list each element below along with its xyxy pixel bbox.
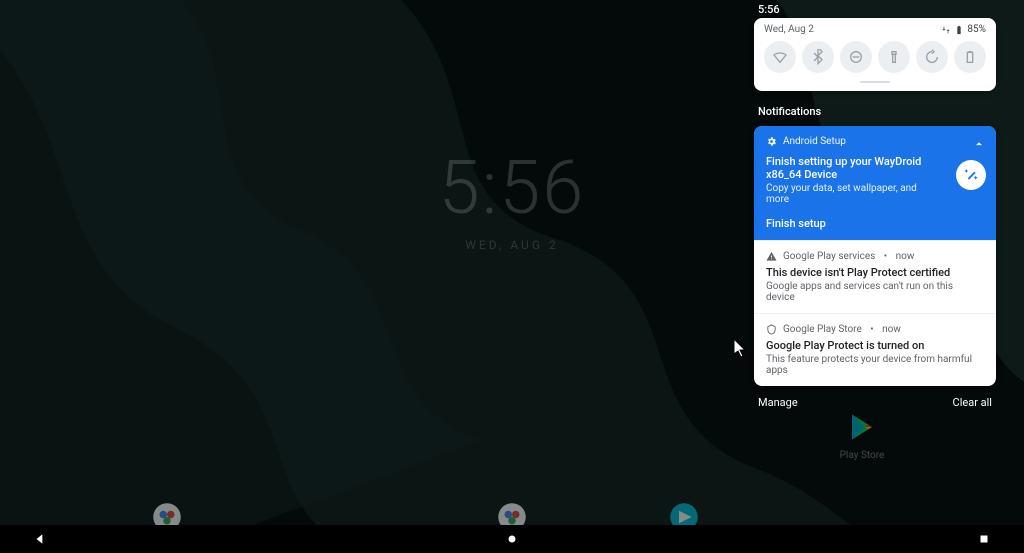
battery-saver-icon: [962, 49, 978, 65]
notif-time: now: [896, 251, 915, 262]
shield-icon: [766, 324, 777, 335]
back-button[interactable]: [30, 529, 50, 549]
notif-app-name: Android Setup: [783, 136, 846, 147]
qs-tile-wifi[interactable]: [764, 41, 796, 73]
qs-tile-flashlight[interactable]: [878, 41, 910, 73]
collapse-toggle[interactable]: [972, 136, 986, 155]
rotate-icon: [924, 49, 940, 65]
qs-date: Wed, Aug 2: [764, 24, 814, 35]
notif-action-finish-setup[interactable]: Finish setup: [766, 217, 984, 230]
battery-icon: [954, 25, 964, 35]
mouse-cursor: [734, 339, 748, 359]
notif-body: This feature protects your device from h…: [766, 354, 984, 376]
qs-tile-rotate[interactable]: [916, 41, 948, 73]
notification-play-services[interactable]: Google Play services • now This device i…: [754, 240, 996, 313]
notif-title: Finish setting up your WayDroid x86_64 D…: [766, 155, 984, 181]
warning-icon: [766, 251, 777, 262]
wifi-icon: [772, 49, 788, 65]
notif-app-name: Google Play services: [783, 251, 875, 262]
clear-all-button[interactable]: Clear all: [953, 396, 992, 409]
notification-android-setup[interactable]: Android Setup Finish setting up your Way…: [754, 126, 996, 240]
qs-tile-battery-saver[interactable]: [954, 41, 986, 73]
chevron-up-icon: [972, 137, 986, 151]
gear-icon: [766, 136, 777, 147]
manage-button[interactable]: Manage: [758, 396, 798, 409]
app-label-play-store: Play Store: [826, 450, 898, 461]
notif-body: Copy your data, set wallpaper, and more: [766, 183, 984, 205]
dnd-icon: [848, 49, 864, 65]
notification-shade: 5:56 Wed, Aug 2 85% Notifications Androi…: [754, 0, 996, 409]
app-icon-play-store[interactable]: [840, 405, 884, 449]
navigation-bar: [0, 525, 1024, 553]
notif-large-icon: [956, 160, 986, 190]
notification-play-store[interactable]: Google Play Store • now Google Play Prot…: [754, 313, 996, 386]
notif-time: now: [882, 324, 901, 335]
data-icon: [941, 25, 951, 35]
battery-percent: 85%: [967, 24, 986, 35]
notif-title: This device isn't Play Protect certified: [766, 266, 984, 279]
bluetooth-icon: [810, 49, 826, 65]
notif-title: Google Play Protect is turned on: [766, 339, 984, 352]
qs-tile-bluetooth[interactable]: [802, 41, 834, 73]
qs-expand-handle[interactable]: [860, 81, 890, 83]
recents-button[interactable]: [974, 529, 994, 549]
qs-status-icons: 85%: [941, 24, 986, 35]
flashlight-icon: [886, 49, 902, 65]
notif-app-name: Google Play Store: [783, 324, 862, 335]
notif-body: Google apps and services can't run on th…: [766, 281, 984, 303]
qs-tile-dnd[interactable]: [840, 41, 872, 73]
statusbar-time: 5:56: [754, 0, 996, 18]
notifications-section-label: Notifications: [754, 91, 996, 126]
notification-list: Android Setup Finish setting up your Way…: [754, 126, 996, 386]
quick-settings-panel[interactable]: Wed, Aug 2 85%: [754, 18, 996, 91]
home-button[interactable]: [502, 529, 522, 549]
wand-icon: [963, 167, 979, 183]
